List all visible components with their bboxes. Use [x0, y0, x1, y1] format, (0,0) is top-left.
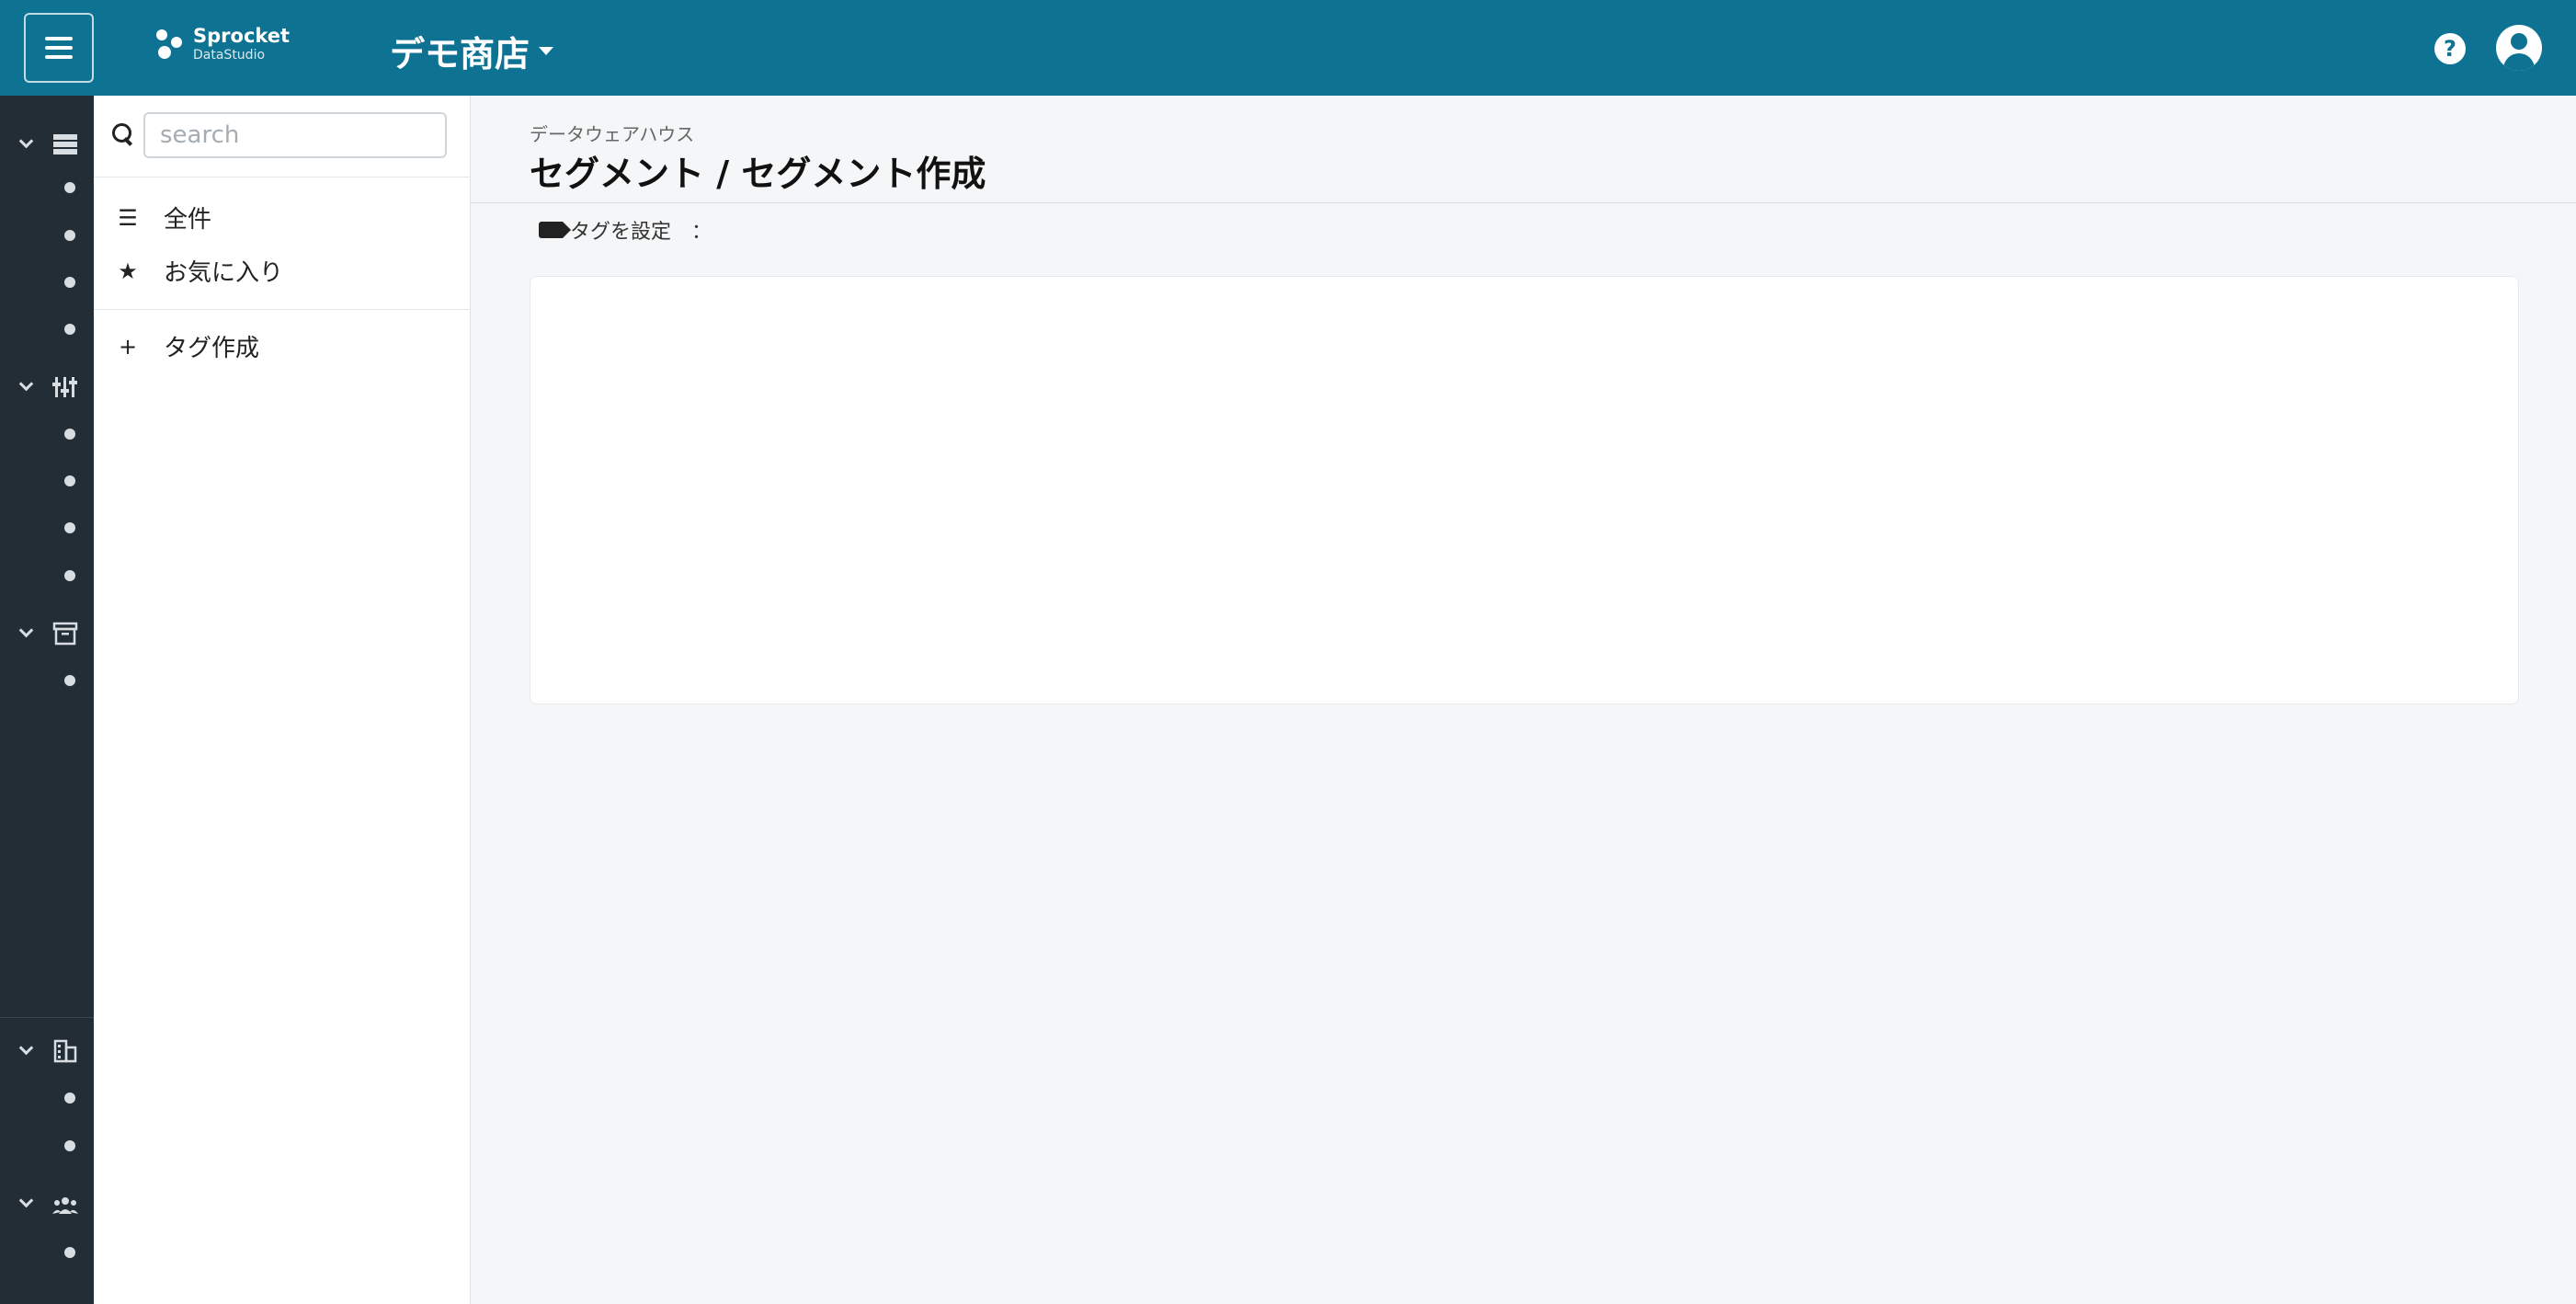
star-icon: ★ — [118, 257, 138, 284]
sprocket-logo-icon — [153, 26, 184, 63]
chevron-down-icon[interactable] — [18, 1043, 33, 1058]
building-icon[interactable] — [51, 1039, 79, 1063]
menu-icon[interactable] — [24, 13, 94, 83]
nav-dot[interactable] — [64, 277, 75, 288]
sidebar-item-create-tag[interactable]: + タグ作成 — [118, 329, 259, 363]
sidebar-item-label: 全件 — [164, 206, 212, 234]
tag-setting[interactable]: タグを設定 ： — [539, 215, 712, 245]
nav-dot[interactable] — [64, 1140, 75, 1151]
nav-dot[interactable] — [64, 570, 75, 581]
nav-dot[interactable] — [64, 182, 75, 193]
nav-dot[interactable] — [64, 230, 75, 241]
chevron-down-icon[interactable] — [18, 379, 33, 394]
archive-icon[interactable] — [51, 622, 79, 646]
database-icon[interactable] — [51, 132, 79, 156]
users-icon[interactable] — [51, 1194, 79, 1218]
nav-dot[interactable] — [64, 475, 75, 486]
account-icon[interactable] — [2496, 25, 2542, 71]
tag-colon: ： — [691, 221, 712, 244]
segment-settings-card — [530, 276, 2519, 704]
divider — [94, 309, 471, 310]
logo-line1: Sprocket — [193, 25, 291, 47]
search-box — [107, 112, 447, 160]
logo-line2: DataStudio — [193, 48, 266, 63]
nav-dot[interactable] — [64, 324, 75, 335]
tag-icon — [539, 222, 571, 238]
nav-dot[interactable] — [64, 1247, 75, 1258]
sidebar-item-label: タグ作成 — [164, 335, 260, 362]
search-input[interactable] — [143, 112, 447, 158]
nav-dot[interactable] — [64, 522, 75, 533]
breadcrumb[interactable]: データウェアハウス — [530, 120, 694, 146]
search-icon — [112, 123, 134, 145]
tag-setting-label: タグを設定 — [570, 221, 672, 244]
filter-sliders-icon[interactable] — [51, 375, 79, 399]
app-logo[interactable]: Sprocket DataStudio — [153, 26, 290, 63]
rail-divider — [0, 1017, 94, 1018]
divider — [471, 202, 2576, 203]
chevron-down-icon[interactable] — [18, 625, 33, 640]
nav-rail — [0, 96, 94, 1304]
chevron-down-icon[interactable] — [18, 136, 33, 151]
shop-selector[interactable]: デモ商店 — [390, 26, 554, 76]
app-root: Sprocket DataStudio デモ商店 ? search ☰ 全件 ★… — [0, 0, 2576, 1304]
sidebar-item-label: お気に入り — [164, 259, 284, 287]
page-title: セグメント / セグメント作成 — [530, 154, 986, 194]
list-icon: ☰ — [118, 204, 138, 231]
nav-dot[interactable] — [64, 429, 75, 440]
shop-name: デモ商店 — [390, 34, 530, 74]
help-icon[interactable]: ? — [2434, 33, 2466, 64]
side-panel: ☰ 全件 ★ お気に入り + タグ作成 — [94, 96, 471, 1304]
nav-dot[interactable] — [64, 675, 75, 686]
main-content: データウェアハウス セグメント / セグメント作成 タグを設定 ： — [471, 96, 2576, 1304]
sidebar-item-all[interactable]: ☰ 全件 — [118, 200, 211, 234]
sidebar-item-favorites[interactable]: ★ お気に入り — [118, 254, 283, 288]
chevron-down-icon[interactable] — [18, 1195, 33, 1210]
caret-down-icon — [539, 47, 554, 55]
nav-dot[interactable] — [64, 1092, 75, 1104]
top-bar: Sprocket DataStudio デモ商店 ? — [0, 0, 2576, 96]
plus-icon: + — [118, 333, 138, 360]
